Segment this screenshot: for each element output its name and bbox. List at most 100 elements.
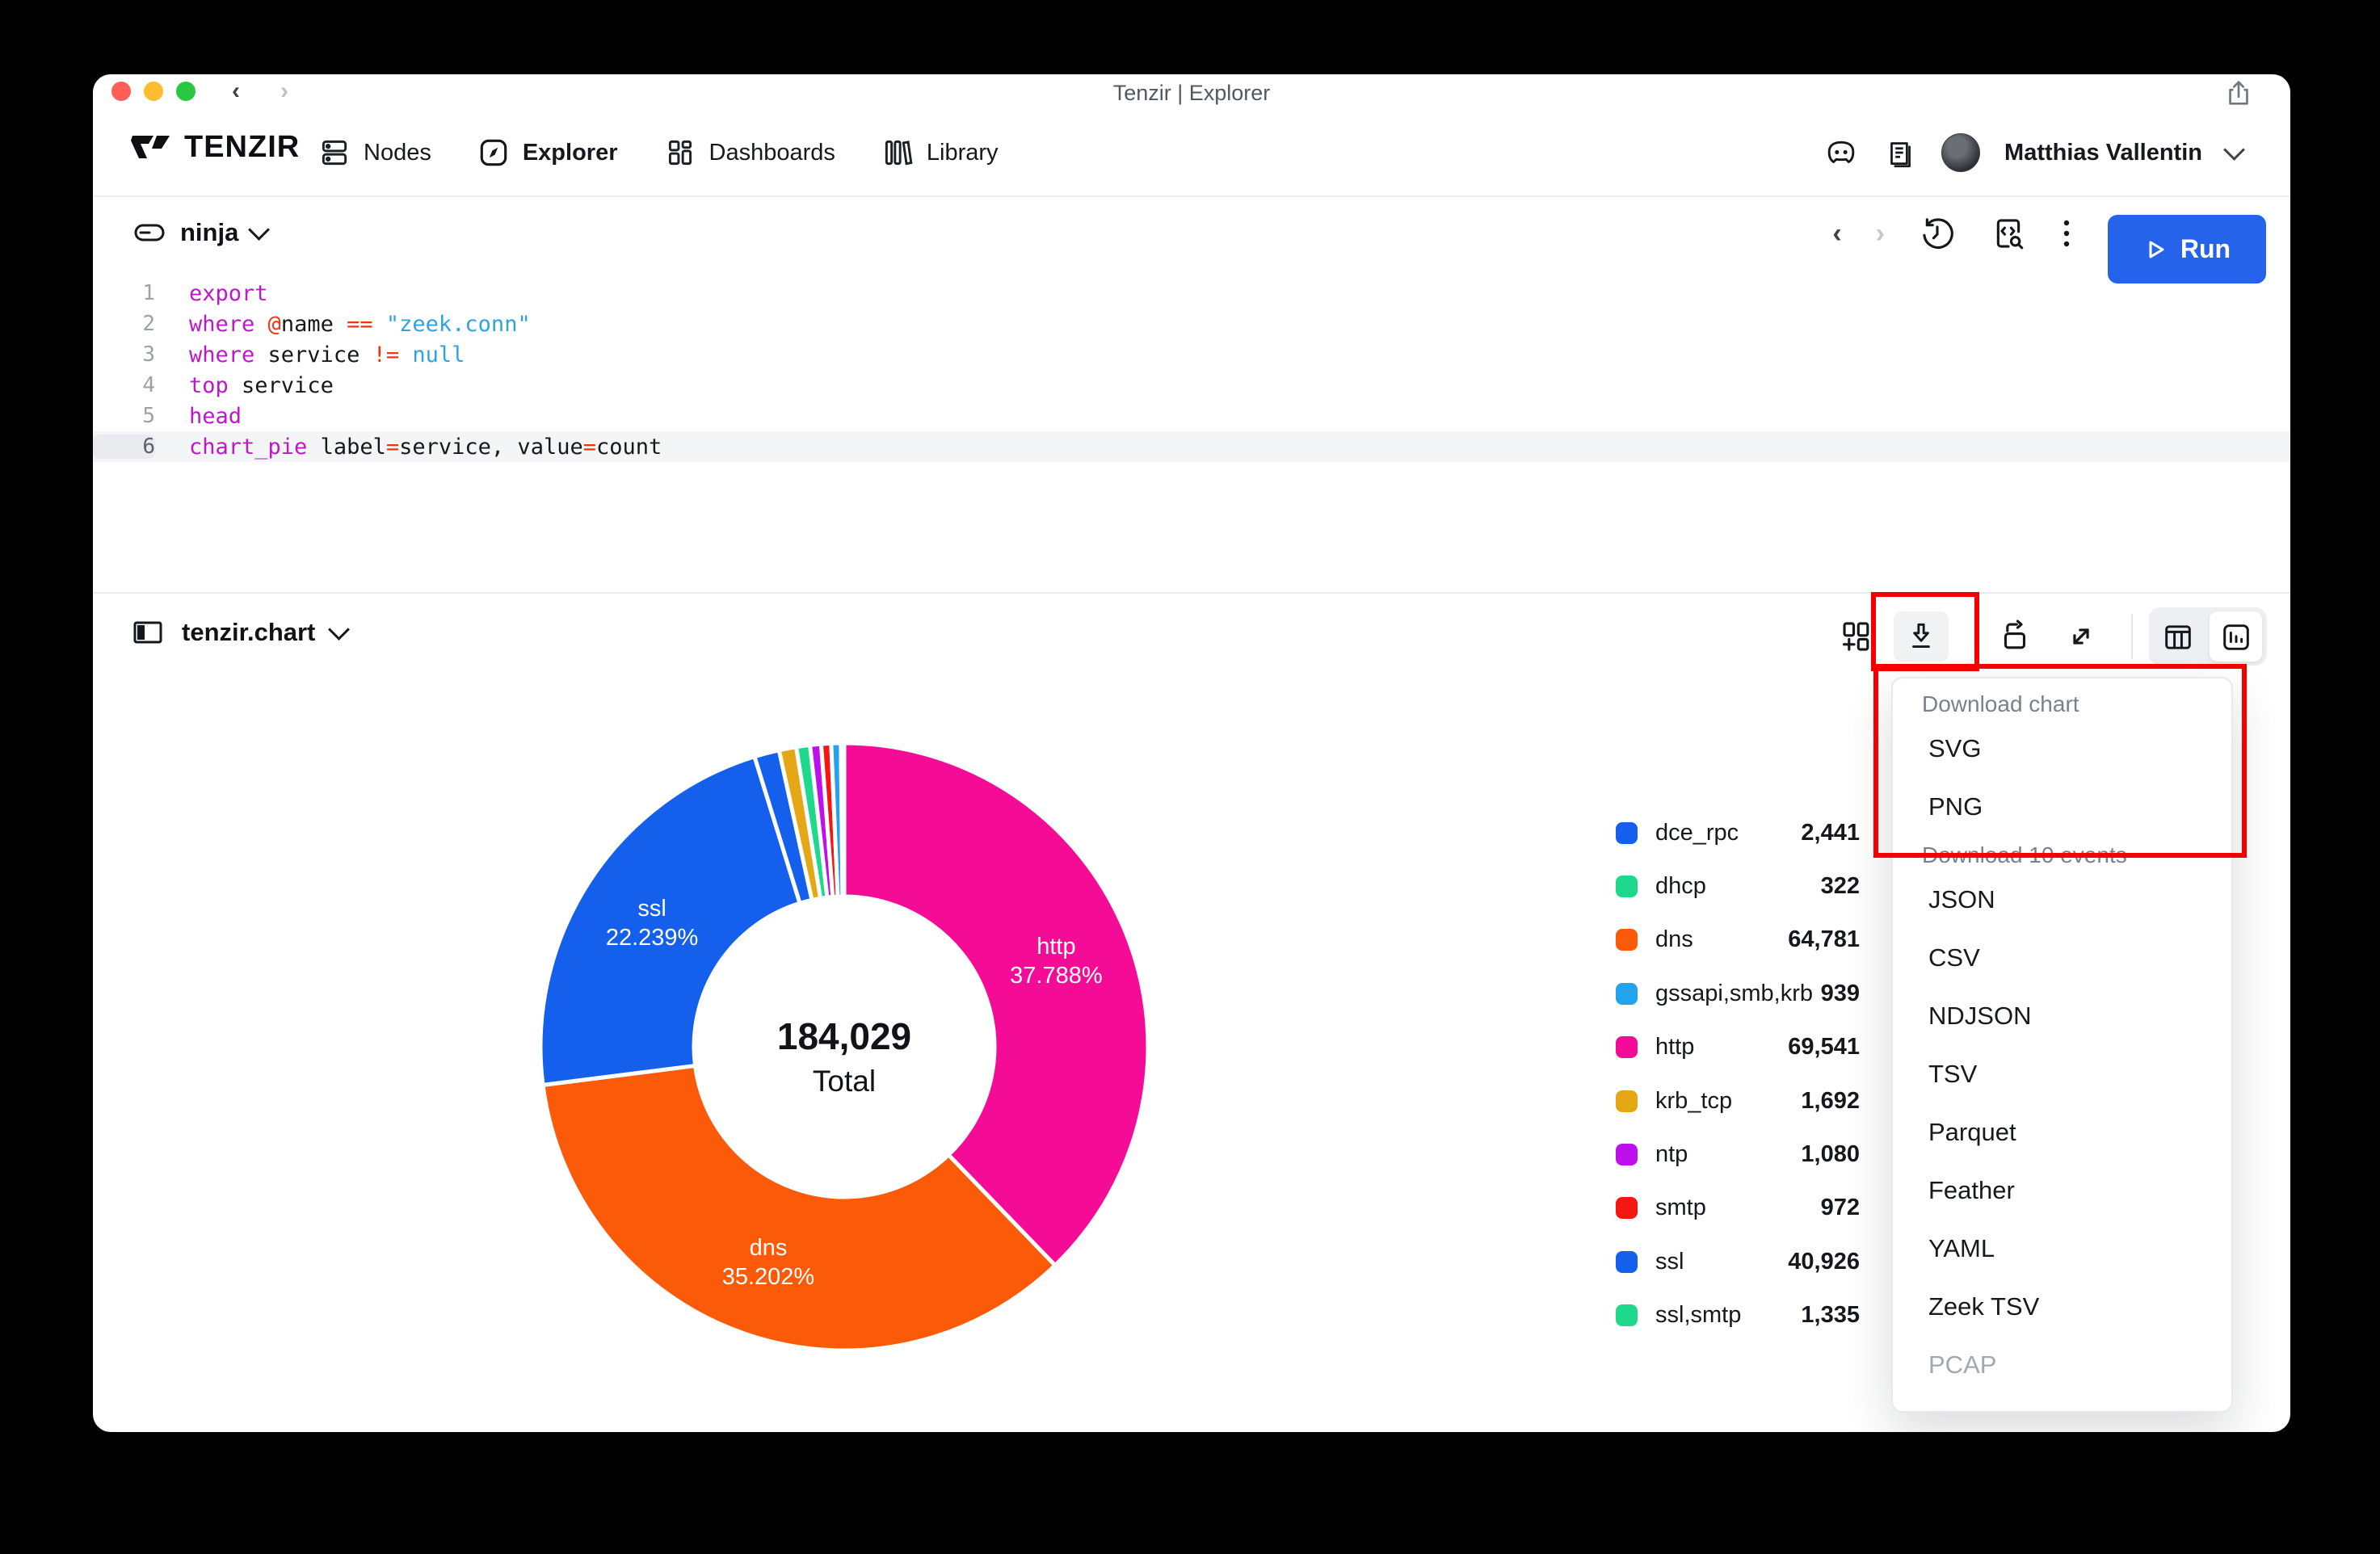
add-to-dashboard-button[interactable] xyxy=(1838,618,1875,655)
legend-item[interactable]: ssl,smtp1,335 xyxy=(1616,1300,1860,1332)
pie-slice-label: ssl22.239% xyxy=(606,894,699,952)
download-menu: Download chart SVG PNG Download 10 events JS… xyxy=(1891,677,2233,1413)
menu-section-header: Download 10 events xyxy=(1922,842,2127,868)
pie-total-value: 184,029 xyxy=(537,1014,1151,1058)
pie-slice-dhcp[interactable] xyxy=(841,743,844,897)
run-label: Run xyxy=(2180,234,2231,264)
code-line[interactable]: 2where @name == "zeek.conn" xyxy=(93,309,2290,339)
table-view-button[interactable] xyxy=(2160,620,2196,655)
nav-item-nodes[interactable]: Nodes xyxy=(317,136,431,170)
menu-item-tsv[interactable]: TSV xyxy=(1928,1060,1977,1089)
code-token xyxy=(373,312,386,337)
kebab-menu-icon[interactable] xyxy=(2061,215,2072,252)
legend-item[interactable]: dns64,781 xyxy=(1616,924,1860,956)
pie-slice-http[interactable] xyxy=(844,743,1148,1266)
legend-value: 322 xyxy=(1821,873,1860,900)
menu-item-png[interactable]: PNG xyxy=(1928,792,1983,821)
legend-item[interactable]: http69,541 xyxy=(1616,1031,1860,1064)
legend-item[interactable]: ntp1,080 xyxy=(1616,1138,1860,1170)
legend-color-chip xyxy=(1616,876,1638,897)
pipeline-link-icon xyxy=(132,216,167,249)
code-token: @ xyxy=(268,312,281,337)
code-line[interactable]: 6chart_pie label=service, value=count xyxy=(93,431,2290,462)
nav-item-dashboards[interactable]: Dashboards xyxy=(663,136,835,170)
slice-name: http xyxy=(1010,932,1103,961)
nav-item-label: Explorer xyxy=(523,140,618,166)
legend-value: 939 xyxy=(1821,981,1860,1007)
pie-slice-dns[interactable] xyxy=(543,1065,1055,1350)
menu-item-feather[interactable]: Feather xyxy=(1928,1176,2015,1205)
chart-view-button[interactable] xyxy=(2218,620,2254,655)
legend-item[interactable]: krb_tcp1,692 xyxy=(1616,1085,1860,1117)
download-button[interactable] xyxy=(1894,611,1949,662)
code-token: == xyxy=(347,312,373,337)
code-token xyxy=(254,312,267,337)
library-icon xyxy=(881,136,915,170)
line-number: 4 xyxy=(93,373,155,397)
legend-color-chip xyxy=(1616,1090,1638,1112)
add-to-dashboard-icon xyxy=(1838,618,1875,655)
results-actions xyxy=(93,594,2290,682)
menu-item-pcap: PCAP xyxy=(1928,1350,1996,1380)
titlebar: ‹ › Tenzir | Explorer xyxy=(93,74,2290,110)
slice-percent: 35.202% xyxy=(722,1262,815,1292)
code-token: != xyxy=(373,342,400,368)
history-icon[interactable] xyxy=(1919,215,1956,252)
menu-item-svg[interactable]: SVG xyxy=(1928,734,1981,763)
code-token: label xyxy=(307,435,386,460)
pie-total-label: Total xyxy=(537,1065,1151,1098)
copy-results-button[interactable] xyxy=(1996,618,2033,655)
expand-results-button[interactable] xyxy=(2063,618,2100,655)
menu-item-csv[interactable]: CSV xyxy=(1928,943,1980,972)
undo-back-icon[interactable]: ‹ xyxy=(1832,218,1841,250)
menu-item-yaml[interactable]: YAML xyxy=(1928,1234,1995,1263)
discord-icon[interactable] xyxy=(1823,135,1859,170)
line-number: 3 xyxy=(93,342,155,367)
code-text: top service xyxy=(189,373,334,398)
pipeline-selector[interactable]: ninja xyxy=(132,216,267,249)
menu-item-parquet[interactable]: Parquet xyxy=(1928,1118,2016,1147)
nav-item-library[interactable]: Library xyxy=(881,136,999,170)
code-text: head xyxy=(189,404,242,429)
avatar[interactable] xyxy=(1941,133,1980,172)
code-token: "zeek.conn" xyxy=(386,312,531,337)
menu-item-zeek-tsv[interactable]: Zeek TSV xyxy=(1928,1292,2039,1321)
legend-item[interactable]: dhcp 322 xyxy=(1616,870,1860,902)
pie-slice-label: http37.788% xyxy=(1010,932,1103,990)
legend-label: smtp xyxy=(1655,1195,1706,1221)
results-header: tenzir.chart xyxy=(93,594,2290,682)
code-line[interactable]: 3where service != null xyxy=(93,339,2290,370)
legend-label: gssapi,smb,krb xyxy=(1655,981,1813,1007)
slice-percent: 22.239% xyxy=(606,923,699,952)
share-icon[interactable] xyxy=(2223,78,2254,108)
menu-item-json[interactable]: JSON xyxy=(1928,885,1995,914)
legend-label: dhcp xyxy=(1655,873,1706,900)
legend-color-chip xyxy=(1616,929,1638,951)
legend-value: 1,080 xyxy=(1801,1141,1860,1168)
code-line[interactable]: 5head xyxy=(93,401,2290,431)
code-search-icon[interactable] xyxy=(1990,215,2027,252)
legend-item[interactable]: ssl40,926 xyxy=(1616,1245,1860,1278)
code-line[interactable]: 1export xyxy=(93,278,2290,309)
legend-item[interactable]: gssapi,smb,krb 939 xyxy=(1616,977,1860,1010)
menu-item-ndjson[interactable]: NDJSON xyxy=(1928,1002,2031,1031)
pipeline-editor[interactable]: 1export2where @name == "zeek.conn"3where… xyxy=(93,278,2290,462)
chevron-down-icon[interactable] xyxy=(2223,139,2245,161)
run-button[interactable]: Run xyxy=(2108,215,2266,284)
legend-color-chip xyxy=(1616,1304,1638,1326)
legend-item[interactable]: smtp972 xyxy=(1616,1192,1860,1224)
slice-name: ssl xyxy=(606,894,699,923)
tenzir-logo[interactable]: TENZIR xyxy=(129,129,300,165)
legend-color-chip xyxy=(1616,1197,1638,1219)
pie-slice-label: dns35.202% xyxy=(722,1233,815,1292)
nav-item-explorer[interactable]: Explorer xyxy=(477,136,618,170)
menu-section-header: Download chart xyxy=(1922,691,2079,717)
docs-icon[interactable] xyxy=(1883,135,1917,170)
slice-percent: 37.788% xyxy=(1010,961,1103,990)
play-icon xyxy=(2143,237,2168,262)
nav-right-cluster: Matthias Vallentin xyxy=(1823,110,2242,195)
redo-forward-icon[interactable]: › xyxy=(1876,218,1885,250)
code-text: chart_pie label=service, value=count xyxy=(189,435,662,460)
legend-item[interactable]: dce_rpc2,441 xyxy=(1616,817,1860,849)
code-line[interactable]: 4 top service xyxy=(93,370,2290,401)
